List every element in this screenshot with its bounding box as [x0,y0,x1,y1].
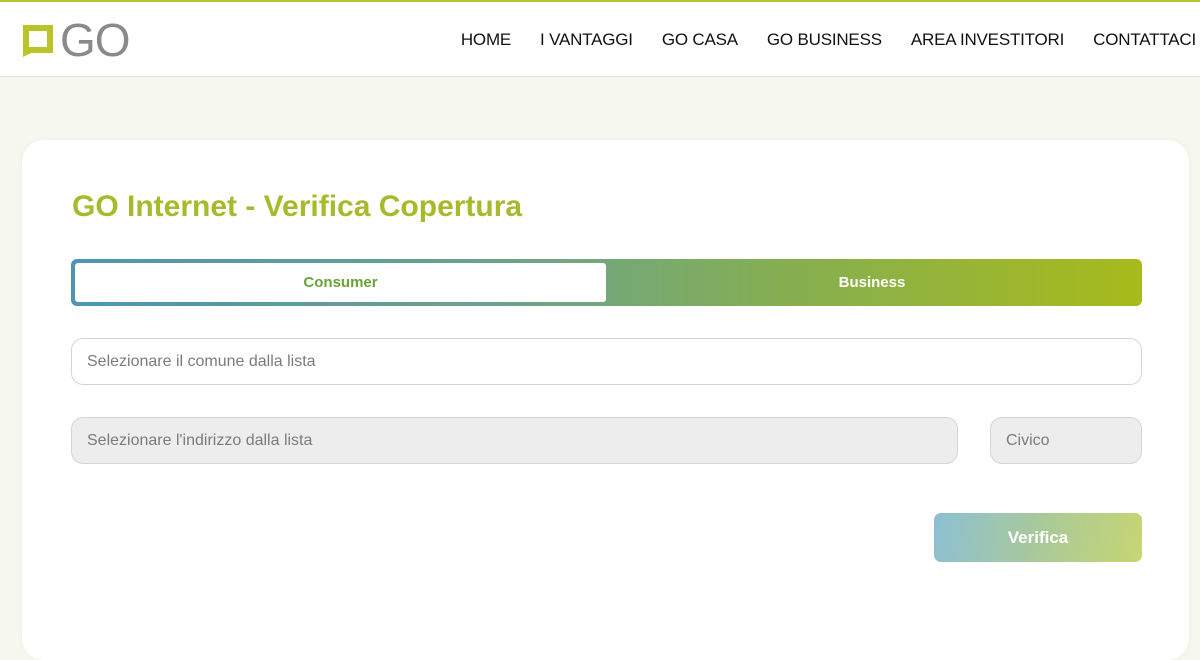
nav-home[interactable]: HOME [461,30,511,50]
coverage-check-card: GO Internet - Verifica Copertura Consume… [22,140,1189,660]
nav-i-vantaggi[interactable]: I VANTAGGI [540,30,633,50]
indirizzo-input[interactable] [71,417,958,464]
nav-go-business[interactable]: GO BUSINESS [767,30,882,50]
comune-input[interactable] [71,338,1142,385]
page-title: GO Internet - Verifica Copertura [72,190,523,223]
speech-square-icon [20,22,56,58]
top-navigation-bar: GO HOME I VANTAGGI GO CASA GO BUSINESS A… [0,0,1200,77]
logo-text: GO [60,14,131,66]
tab-consumer[interactable]: Consumer [75,263,606,302]
go-logo[interactable]: GO [20,14,131,66]
customer-type-toggle: Consumer Business [71,259,1142,306]
nav-area-investitori[interactable]: AREA INVESTITORI [911,30,1065,50]
verifica-button[interactable]: Verifica [934,513,1142,562]
civico-input[interactable] [990,417,1142,464]
nav-contattaci[interactable]: CONTATTACI [1093,30,1196,50]
main-menu: HOME I VANTAGGI GO CASA GO BUSINESS AREA… [461,30,1196,50]
nav-go-casa[interactable]: GO CASA [662,30,738,50]
tab-business[interactable]: Business [606,263,1138,302]
